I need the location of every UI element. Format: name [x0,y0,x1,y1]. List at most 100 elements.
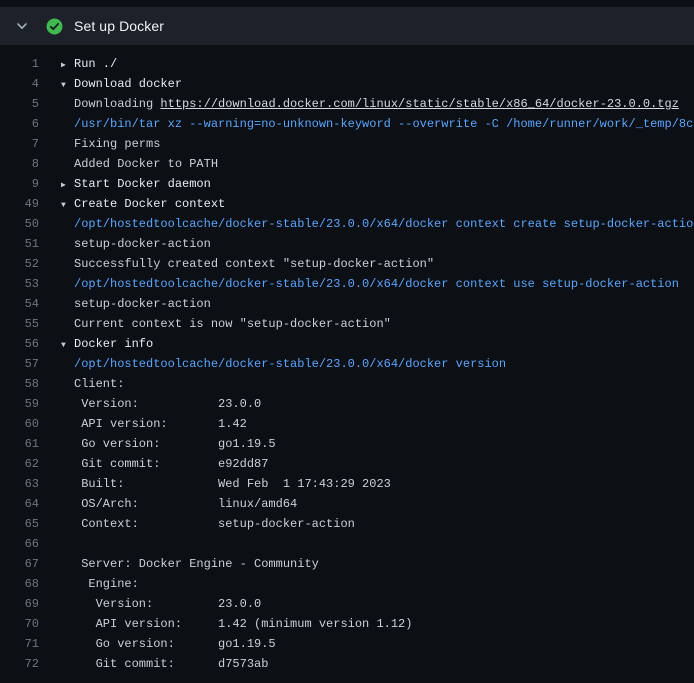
log-group-line[interactable]: 4▼Download docker [0,74,694,94]
log-group-line[interactable]: 1▶Run ./ [0,54,694,74]
step-title: Set up Docker [74,18,164,34]
chevron-down-icon[interactable] [15,19,29,33]
line-number-link[interactable]: 68 [0,574,52,594]
line-number-link[interactable]: 1 [0,54,52,74]
log-line: 50/opt/hostedtoolcache/docker-stable/23.… [0,214,694,234]
line-number-link[interactable]: 61 [0,434,52,454]
log-text: Go version: go1.19.5 [74,437,276,451]
log-text: setup-docker-action [74,237,211,251]
log-line-content: /opt/hostedtoolcache/docker-stable/23.0.… [52,354,506,374]
log-line: 57/opt/hostedtoolcache/docker-stable/23.… [0,354,694,374]
log-line-content: Current context is now "setup-docker-act… [52,314,391,334]
line-number-link[interactable]: 7 [0,134,52,154]
line-number-link[interactable]: 67 [0,554,52,574]
log-line: 55 Current context is now "setup-docker-a… [0,314,694,334]
line-number-link[interactable]: 66 [0,534,52,554]
log-line-content: setup-docker-action [52,294,211,314]
line-number-link[interactable]: 65 [0,514,52,534]
log-text: Current context is now "setup-docker-act… [74,317,391,331]
log-text: Start Docker daemon [74,177,211,191]
line-number-link[interactable]: 49 [0,194,52,214]
log-line-content: /opt/hostedtoolcache/docker-stable/23.0.… [52,274,679,294]
log-text: Create Docker context [74,197,225,211]
log-text: Added Docker to PATH [74,157,218,171]
log-line-content: API version: 1.42 (minimum version 1.12) [52,614,412,634]
log-line: 5Downloading https://download.docker.com… [0,94,694,114]
line-number-link[interactable]: 8 [0,154,52,174]
line-number-link[interactable]: 72 [0,654,52,674]
log-text: Server: Docker Engine - Community [74,557,319,571]
line-number-link[interactable]: 53 [0,274,52,294]
log-line: 53/opt/hostedtoolcache/docker-stable/23.… [0,274,694,294]
log-group-line[interactable]: 56▼Docker info [0,334,694,354]
log-line-content: Go version: go1.19.5 [52,434,276,454]
log-text: Git commit: e92dd87 [74,457,268,471]
log-line: 60 API version: 1.42 [0,414,694,434]
log-text: Engine: [74,577,139,591]
line-number-link[interactable]: 58 [0,374,52,394]
log-line: 52Successfully created context "setup-do… [0,254,694,274]
log-group-line[interactable]: 9▶Start Docker daemon [0,174,694,194]
log-text: OS/Arch: linux/amd64 [74,497,297,511]
log-line-content: Downloading https://download.docker.com/… [52,94,679,114]
triangle-down-icon: ▼ [61,336,74,354]
log-line: 62 Git commit: e92dd87 [0,454,694,474]
line-number-link[interactable]: 50 [0,214,52,234]
log-line-content: Client: [52,374,124,394]
log-command-text: /opt/hostedtoolcache/docker-stable/23.0.… [74,357,506,371]
log-line-content: Git commit: e92dd87 [52,454,268,474]
log-text: Git commit: d7573ab [74,657,268,671]
log-line: 54setup-docker-action [0,294,694,314]
line-number-link[interactable]: 69 [0,594,52,614]
log-text: Context: setup-docker-action [74,517,355,531]
line-number-link[interactable]: 70 [0,614,52,634]
line-number-link[interactable]: 6 [0,114,52,134]
log-line-content: Fixing perms [52,134,160,154]
log-line: 6/usr/bin/tar xz --warning=no-unknown-ke… [0,114,694,134]
log-line-content: Go version: go1.19.5 [52,634,276,654]
log-text: Fixing perms [74,137,160,151]
log-link[interactable]: https://download.docker.com/linux/static… [160,97,678,111]
log-line-content: Version: 23.0.0 [52,594,261,614]
line-number-link[interactable]: 71 [0,634,52,654]
line-number-link[interactable]: 60 [0,414,52,434]
check-circle-icon [46,18,63,35]
log-line-content: ▶Run ./ [52,54,117,74]
log-line: 66 [0,534,694,554]
log-line-content: ▼Docker info [52,334,153,354]
line-number-link[interactable]: 54 [0,294,52,314]
line-number-link[interactable]: 62 [0,454,52,474]
line-number-link[interactable]: 4 [0,74,52,94]
line-number-link[interactable]: 55 [0,314,52,334]
log-line-content: Added Docker to PATH [52,154,218,174]
line-number-link[interactable]: 63 [0,474,52,494]
log-line-content: API version: 1.42 [52,414,247,434]
log-line: 63 Built: Wed Feb 1 17:43:29 2023 [0,474,694,494]
log-text: Run ./ [74,57,117,71]
log-line: 68 Engine: [0,574,694,594]
log-line: 65 Context: setup-docker-action [0,514,694,534]
log-line-content: Built: Wed Feb 1 17:43:29 2023 [52,474,391,494]
line-number-link[interactable]: 57 [0,354,52,374]
log-text: Built: Wed Feb 1 17:43:29 2023 [74,477,391,491]
line-number-link[interactable]: 52 [0,254,52,274]
line-number-link[interactable]: 9 [0,174,52,194]
log-group-line[interactable]: 49▼Create Docker context [0,194,694,214]
step-header[interactable]: Set up Docker [0,7,694,45]
line-number-link[interactable]: 64 [0,494,52,514]
log-text: Go version: go1.19.5 [74,637,276,651]
log-command-text: /opt/hostedtoolcache/docker-stable/23.0.… [74,277,679,291]
line-number-link[interactable]: 51 [0,234,52,254]
log-line-content [52,534,74,554]
log-line-content: Context: setup-docker-action [52,514,355,534]
line-number-link[interactable]: 59 [0,394,52,414]
log-line-content: /usr/bin/tar xz --warning=no-unknown-key… [52,114,694,134]
log-text: Docker info [74,337,153,351]
log-line: 69 Version: 23.0.0 [0,594,694,614]
step-log-viewer: Set up Docker 1▶Run ./4▼Download docker5… [0,7,694,674]
log-line: 67 Server: Docker Engine - Community [0,554,694,574]
log-line-content: ▶Start Docker daemon [52,174,211,194]
line-number-link[interactable]: 5 [0,94,52,114]
log-text: Version: 23.0.0 [74,597,261,611]
line-number-link[interactable]: 56 [0,334,52,354]
